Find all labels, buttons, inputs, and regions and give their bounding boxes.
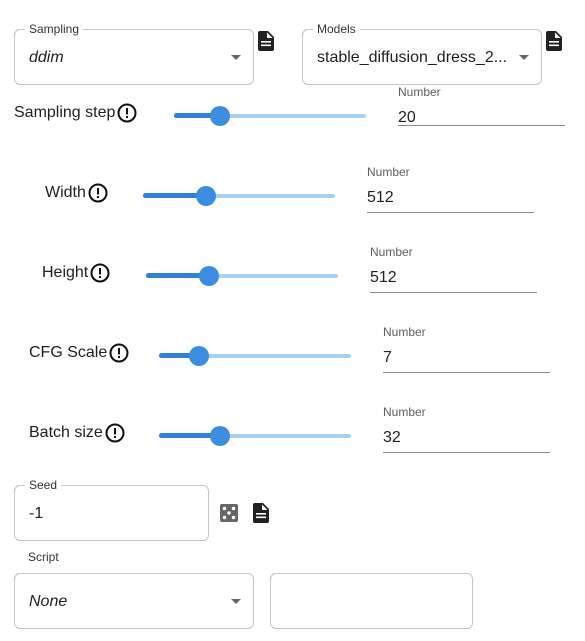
script-label: Script — [28, 550, 59, 564]
script-extra-input[interactable] — [270, 573, 473, 629]
slider-thumb[interactable] — [210, 426, 231, 446]
height-slider[interactable] — [146, 266, 338, 286]
batch-size-number-value: 32 — [383, 429, 401, 446]
batch-size-number-field[interactable]: Number 32 — [383, 405, 550, 453]
width-slider[interactable] — [143, 186, 335, 206]
info-circle-icon[interactable] — [117, 103, 137, 123]
document-icon[interactable] — [258, 31, 274, 51]
script-value: None — [29, 593, 68, 610]
document-icon[interactable] — [253, 503, 269, 523]
slider-thumb[interactable] — [196, 186, 217, 206]
caret-down-icon — [231, 599, 241, 604]
seed-input[interactable]: Seed -1 — [14, 478, 209, 541]
sampling-select[interactable]: Sampling ddim — [14, 22, 254, 85]
sampling-step-label: Sampling step — [14, 104, 116, 121]
sampling-step-number-value: 20 — [398, 109, 416, 126]
number-label: Number — [383, 405, 426, 419]
cfg-scale-label: CFG Scale — [29, 344, 108, 361]
number-label: Number — [383, 325, 426, 339]
number-label: Number — [367, 165, 410, 179]
cfg-scale-slider[interactable] — [159, 346, 351, 366]
caret-down-icon — [519, 55, 529, 60]
caret-down-icon — [231, 55, 241, 60]
width-label-group: Width — [45, 183, 108, 203]
models-label: Models — [313, 22, 360, 36]
models-value: stable_diffusion_dress_2... — [317, 49, 508, 66]
height-label-group: Height — [42, 263, 110, 283]
sampling-value: ddim — [29, 49, 64, 66]
info-circle-icon[interactable] — [88, 183, 108, 203]
seed-label: Seed — [25, 478, 62, 492]
dice-icon[interactable] — [220, 504, 238, 522]
info-circle-icon[interactable] — [105, 423, 125, 443]
info-circle-icon[interactable] — [90, 263, 110, 283]
sampling-step-slider[interactable] — [174, 106, 366, 126]
info-circle-icon[interactable] — [109, 343, 129, 363]
sampling-step-label-group: Sampling step — [14, 103, 137, 123]
slider-thumb[interactable] — [199, 266, 220, 286]
cfg-scale-number-field[interactable]: Number 7 — [383, 325, 550, 373]
width-label: Width — [45, 184, 86, 201]
batch-size-label-group: Batch size — [29, 423, 125, 443]
number-label: Number — [370, 245, 413, 259]
cfg-scale-label-group: CFG Scale — [29, 343, 129, 363]
height-number-value: 512 — [370, 269, 397, 286]
models-select[interactable]: Models stable_diffusion_dress_2... — [302, 22, 542, 85]
cfg-scale-number-value: 7 — [383, 349, 392, 366]
sampling-step-number-field[interactable]: Number 20 — [398, 85, 565, 126]
batch-size-label: Batch size — [29, 424, 103, 441]
seed-value: -1 — [29, 505, 44, 522]
slider-thumb[interactable] — [210, 106, 231, 126]
sampling-label: Sampling — [25, 22, 84, 36]
number-label: Number — [398, 85, 441, 99]
height-number-field[interactable]: Number 512 — [370, 245, 537, 293]
width-number-field[interactable]: Number 512 — [367, 165, 534, 213]
script-select[interactable]: None — [14, 573, 254, 629]
slider-thumb[interactable] — [189, 346, 210, 366]
height-label: Height — [42, 264, 89, 281]
document-icon[interactable] — [546, 31, 562, 51]
width-number-value: 512 — [367, 189, 394, 206]
batch-size-slider[interactable] — [159, 426, 351, 446]
